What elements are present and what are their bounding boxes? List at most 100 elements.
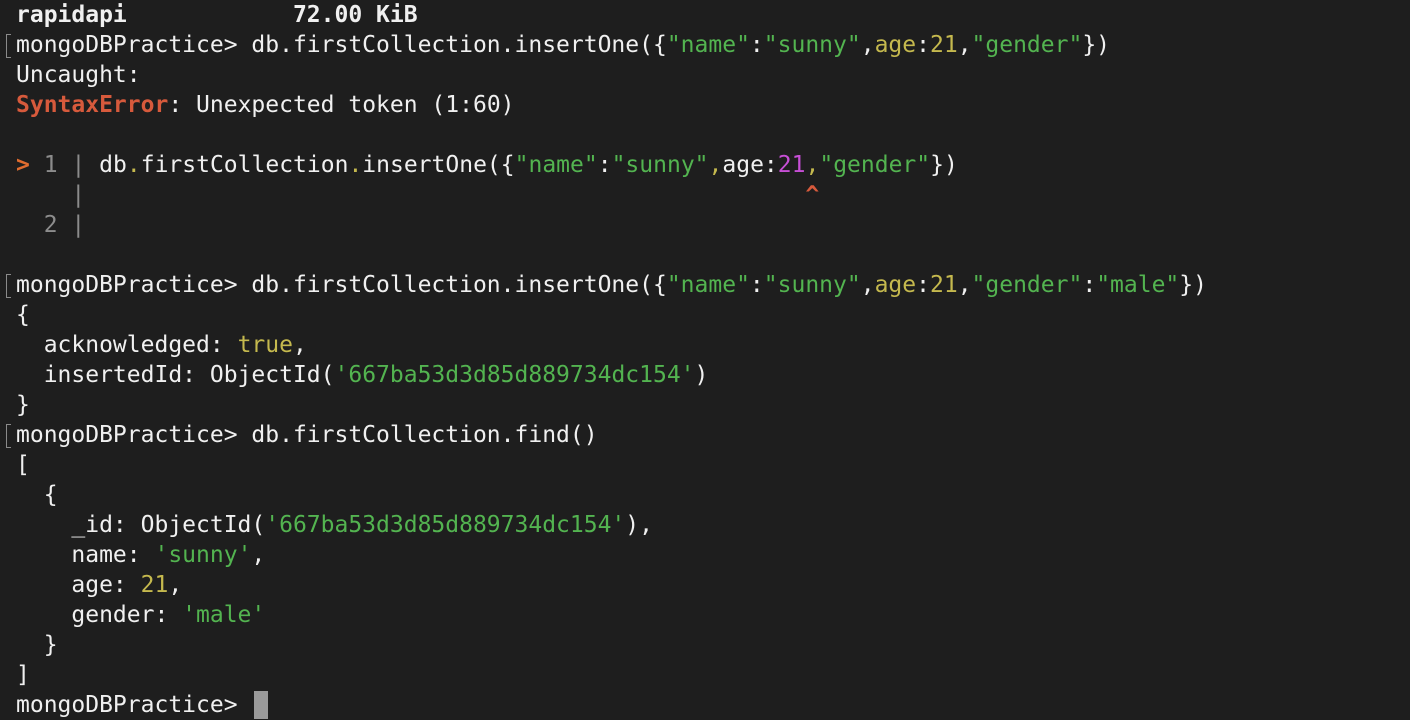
gutter-separator: | [71, 152, 86, 178]
db-stats-line: rapidapi 72.00 KiB [16, 0, 418, 30]
punct: , [168, 572, 183, 598]
json-key: "gender" [971, 32, 1083, 58]
json-string: "sunny" [763, 272, 861, 298]
result-string: '667ba53d3d85d889734dc154' [265, 512, 626, 538]
terminal-window[interactable]: rapidapi 72.00 KiB mongoDBPractice> db.f… [0, 0, 1410, 720]
result-acknowledged: acknowledged: true, [16, 330, 307, 360]
code-token: }) [930, 152, 958, 178]
code-token: insertOne [362, 152, 487, 178]
code-string: "name" [514, 152, 598, 178]
punct: : [1082, 272, 1097, 298]
active-prompt[interactable]: mongoDBPractice> [16, 690, 251, 720]
find-close-object: } [16, 632, 58, 658]
punct: ) [694, 362, 709, 388]
punct: : [749, 272, 764, 298]
cmd-text: db.firstCollection.insertOne({ [251, 32, 667, 58]
error-uncaught: Uncaught: [16, 62, 141, 88]
prompt-mark-2 [6, 274, 11, 298]
code-number: 21 [777, 152, 806, 178]
error-marker-icon: > [16, 152, 30, 178]
result-key: acknowledged: [16, 332, 238, 358]
punct: : [916, 272, 930, 298]
line-number: 2 [43, 212, 58, 238]
json-key: "gender" [971, 272, 1083, 298]
find-id: _id: ObjectId('667ba53d3d85d889734dc154'… [16, 510, 653, 540]
result-boolean: true [237, 332, 293, 358]
prompt: mongoDBPractice> [16, 692, 252, 718]
caret-icon: ^ [805, 182, 820, 208]
find-open-object: { [16, 482, 58, 508]
error-type: SyntaxError [16, 92, 169, 118]
result-key: name: [16, 542, 155, 568]
punct: , [292, 332, 307, 358]
gutter-separator: | [71, 182, 86, 208]
json-number: 21 [929, 32, 958, 58]
code-token: , [708, 152, 723, 178]
punct: , [251, 542, 266, 568]
json-number: 21 [929, 272, 958, 298]
code-string: "gender" [819, 152, 931, 178]
snippet-line-2: 2 | [16, 210, 86, 240]
command-line-1: mongoDBPractice> db.firstCollection.inse… [16, 30, 1110, 60]
db-size: 72.00 KiB [292, 2, 418, 28]
result-inserted-id: insertedId: ObjectId('667ba53d3d85d88973… [16, 360, 709, 390]
punct: ), [625, 512, 653, 538]
code-token: firstCollection [140, 152, 349, 178]
code-token: age [722, 152, 764, 178]
prompt-mark-3 [6, 424, 11, 448]
command-line-2: mongoDBPractice> db.firstCollection.inse… [16, 270, 1207, 300]
code-token: db [99, 152, 127, 178]
text-cursor[interactable] [254, 691, 268, 719]
json-key: age [874, 272, 917, 298]
json-string: "sunny" [763, 32, 861, 58]
result-string: 'male' [182, 602, 266, 628]
punct: : [749, 32, 764, 58]
db-name: rapidapi [16, 2, 127, 28]
result-key: insertedId: ObjectId( [16, 362, 335, 388]
code-token: ({ [486, 152, 515, 178]
result-close-brace: } [16, 392, 30, 418]
code-token: : [763, 152, 778, 178]
error-line: SyntaxError: Unexpected token (1:60) [16, 90, 515, 120]
find-name: name: 'sunny', [16, 540, 265, 570]
gutter-separator: | [71, 212, 86, 238]
cmd-text: db.firstCollection.insertOne({ [251, 272, 667, 298]
cmd-text: db.firstCollection.find() [251, 422, 598, 448]
code-token: : [597, 152, 612, 178]
code-token: , [805, 152, 820, 178]
punct: }) [1082, 32, 1111, 58]
punct: , [860, 32, 875, 58]
punct: , [957, 272, 972, 298]
find-age: age: 21, [16, 570, 182, 600]
json-string: "male" [1096, 272, 1180, 298]
result-key: _id: ObjectId( [16, 512, 266, 538]
punct: }) [1179, 272, 1207, 298]
line-number: 1 [43, 152, 58, 178]
error-message: : Unexpected token (1:60) [168, 92, 515, 118]
result-number: 21 [140, 572, 169, 598]
snippet-caret-line: | ^ [16, 180, 819, 210]
json-key: "name" [666, 272, 750, 298]
code-token: . [126, 152, 141, 178]
snippet-line-1: > 1 | db.firstCollection.insertOne({"nam… [16, 150, 958, 180]
result-open-brace: { [16, 302, 30, 328]
find-gender: gender: 'male' [16, 600, 265, 630]
json-key: age [874, 32, 917, 58]
json-key: "name" [666, 32, 750, 58]
result-string: '667ba53d3d85d889734dc154' [334, 362, 695, 388]
find-open-array: [ [16, 452, 30, 478]
find-close-array: ] [16, 662, 30, 688]
code-token: . [348, 152, 363, 178]
prompt-mark-1 [6, 34, 11, 58]
result-key: age: [16, 572, 141, 598]
prompt: mongoDBPractice> [16, 272, 252, 298]
prompt: mongoDBPractice> [16, 32, 252, 58]
code-string: "sunny" [611, 152, 709, 178]
prompt: mongoDBPractice> [16, 422, 252, 448]
result-string: 'sunny' [154, 542, 252, 568]
punct: , [860, 272, 875, 298]
result-key: gender: [16, 602, 183, 628]
command-line-3: mongoDBPractice> db.firstCollection.find… [16, 420, 598, 450]
punct: , [957, 32, 972, 58]
punct: : [916, 32, 930, 58]
